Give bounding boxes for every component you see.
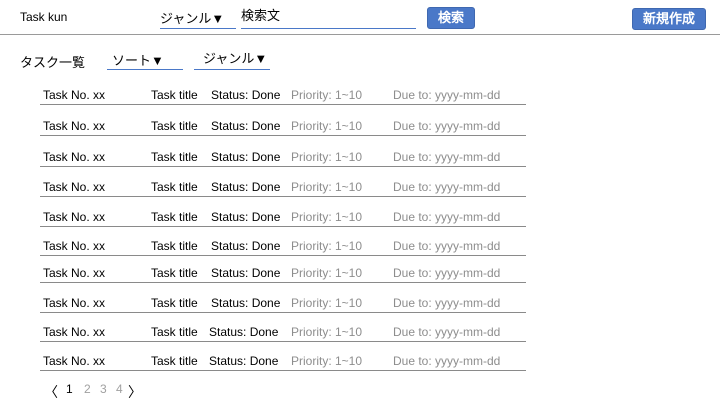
task-row[interactable]: Task No. xx Task title Status: Done Prio… xyxy=(40,294,526,313)
task-due-date: Due to: yyyy-mm-dd xyxy=(393,210,501,224)
task-number: Task No. xx xyxy=(43,180,106,194)
task-due-date: Due to: yyyy-mm-dd xyxy=(393,325,501,339)
task-title: Task title xyxy=(151,180,198,194)
search-field xyxy=(241,8,416,29)
task-title: Task title xyxy=(151,119,198,133)
chevron-right-icon[interactable]: 〉 xyxy=(128,382,142,400)
task-status: Status: Done xyxy=(211,239,281,253)
task-row[interactable]: Task No. xx Task title Status: Done Prio… xyxy=(40,148,526,167)
page-link-2[interactable]: 2 xyxy=(84,382,91,400)
task-status: Status: Done xyxy=(211,266,281,280)
task-due-date: Due to: yyyy-mm-dd xyxy=(393,180,501,194)
app-header: Task kun ジャンル▼ 検索 新規作成 xyxy=(0,0,720,35)
task-due-date: Due to: yyyy-mm-dd xyxy=(393,296,501,310)
task-row[interactable]: Task No. xx Task title Status: Done Prio… xyxy=(40,117,526,136)
task-number: Task No. xx xyxy=(43,325,106,339)
task-number: Task No. xx xyxy=(43,354,106,368)
task-row[interactable]: Task No. xx Task title Status: Done Prio… xyxy=(40,264,526,283)
page-link-4[interactable]: 4 xyxy=(116,382,123,400)
task-status: Status: Done xyxy=(211,119,281,133)
task-row[interactable]: Task No. xx Task title Status: Done Prio… xyxy=(40,86,526,105)
task-number: Task No. xx xyxy=(43,88,106,102)
task-row[interactable]: Task No. xx Task title Status: Done Prio… xyxy=(40,208,526,227)
task-priority: Priority: 1~10 xyxy=(291,239,363,253)
app-title: Task kun xyxy=(20,10,68,24)
task-title: Task title xyxy=(151,266,198,280)
task-status: Status: Done xyxy=(211,150,281,164)
task-status: Status: Done xyxy=(211,88,281,102)
chevron-left-icon[interactable]: 〈 xyxy=(44,382,58,400)
task-status: Status: Done xyxy=(211,180,281,194)
task-priority: Priority: 1~10 xyxy=(291,325,363,339)
task-list-title: タスク一覧 xyxy=(20,55,86,70)
task-title: Task title xyxy=(151,296,198,310)
page-link-1[interactable]: 1 xyxy=(66,382,73,400)
task-title: Task title xyxy=(151,325,198,339)
task-row[interactable]: Task No. xx Task title Status: Done Prio… xyxy=(40,237,526,256)
task-title: Task title xyxy=(151,88,198,102)
task-row[interactable]: Task No. xx Task title Status: Done Prio… xyxy=(40,178,526,197)
task-due-date: Due to: yyyy-mm-dd xyxy=(393,88,501,102)
search-input[interactable] xyxy=(241,8,411,23)
task-priority: Priority: 1~10 xyxy=(291,150,363,164)
task-priority: Priority: 1~10 xyxy=(291,296,363,310)
task-number: Task No. xx xyxy=(43,150,106,164)
task-priority: Priority: 1~10 xyxy=(291,266,363,280)
task-number: Task No. xx xyxy=(43,296,106,310)
task-due-date: Due to: yyyy-mm-dd xyxy=(393,354,501,368)
task-status: Status: Done xyxy=(211,210,281,224)
task-number: Task No. xx xyxy=(43,239,106,253)
task-priority: Priority: 1~10 xyxy=(291,210,363,224)
task-priority: Priority: 1~10 xyxy=(291,88,363,102)
header-genre-select[interactable]: ジャンル▼ xyxy=(160,8,236,29)
task-number: Task No. xx xyxy=(43,210,106,224)
new-task-button[interactable]: 新規作成 xyxy=(632,8,706,30)
genre-filter-select[interactable]: ジャンル▼ xyxy=(194,48,270,70)
task-number: Task No. xx xyxy=(43,266,106,280)
task-due-date: Due to: yyyy-mm-dd xyxy=(393,239,501,253)
task-status: Status: Done xyxy=(209,325,279,339)
task-priority: Priority: 1~10 xyxy=(291,119,363,133)
task-status: Status: Done xyxy=(211,296,281,310)
sort-select[interactable]: ソート▼ xyxy=(107,50,183,70)
task-title: Task title xyxy=(151,150,198,164)
page-link-3[interactable]: 3 xyxy=(100,382,107,400)
task-title: Task title xyxy=(151,210,198,224)
task-due-date: Due to: yyyy-mm-dd xyxy=(393,266,501,280)
task-number: Task No. xx xyxy=(43,119,106,133)
task-due-date: Due to: yyyy-mm-dd xyxy=(393,150,501,164)
search-button[interactable]: 検索 xyxy=(427,7,475,29)
task-title: Task title xyxy=(151,239,198,253)
task-status: Status: Done xyxy=(209,354,279,368)
task-due-date: Due to: yyyy-mm-dd xyxy=(393,119,501,133)
task-row[interactable]: Task No. xx Task title Status: Done Prio… xyxy=(40,323,526,342)
task-priority: Priority: 1~10 xyxy=(291,180,363,194)
task-title: Task title xyxy=(151,354,198,368)
task-row[interactable]: Task No. xx Task title Status: Done Prio… xyxy=(40,352,526,371)
task-priority: Priority: 1~10 xyxy=(291,354,363,368)
